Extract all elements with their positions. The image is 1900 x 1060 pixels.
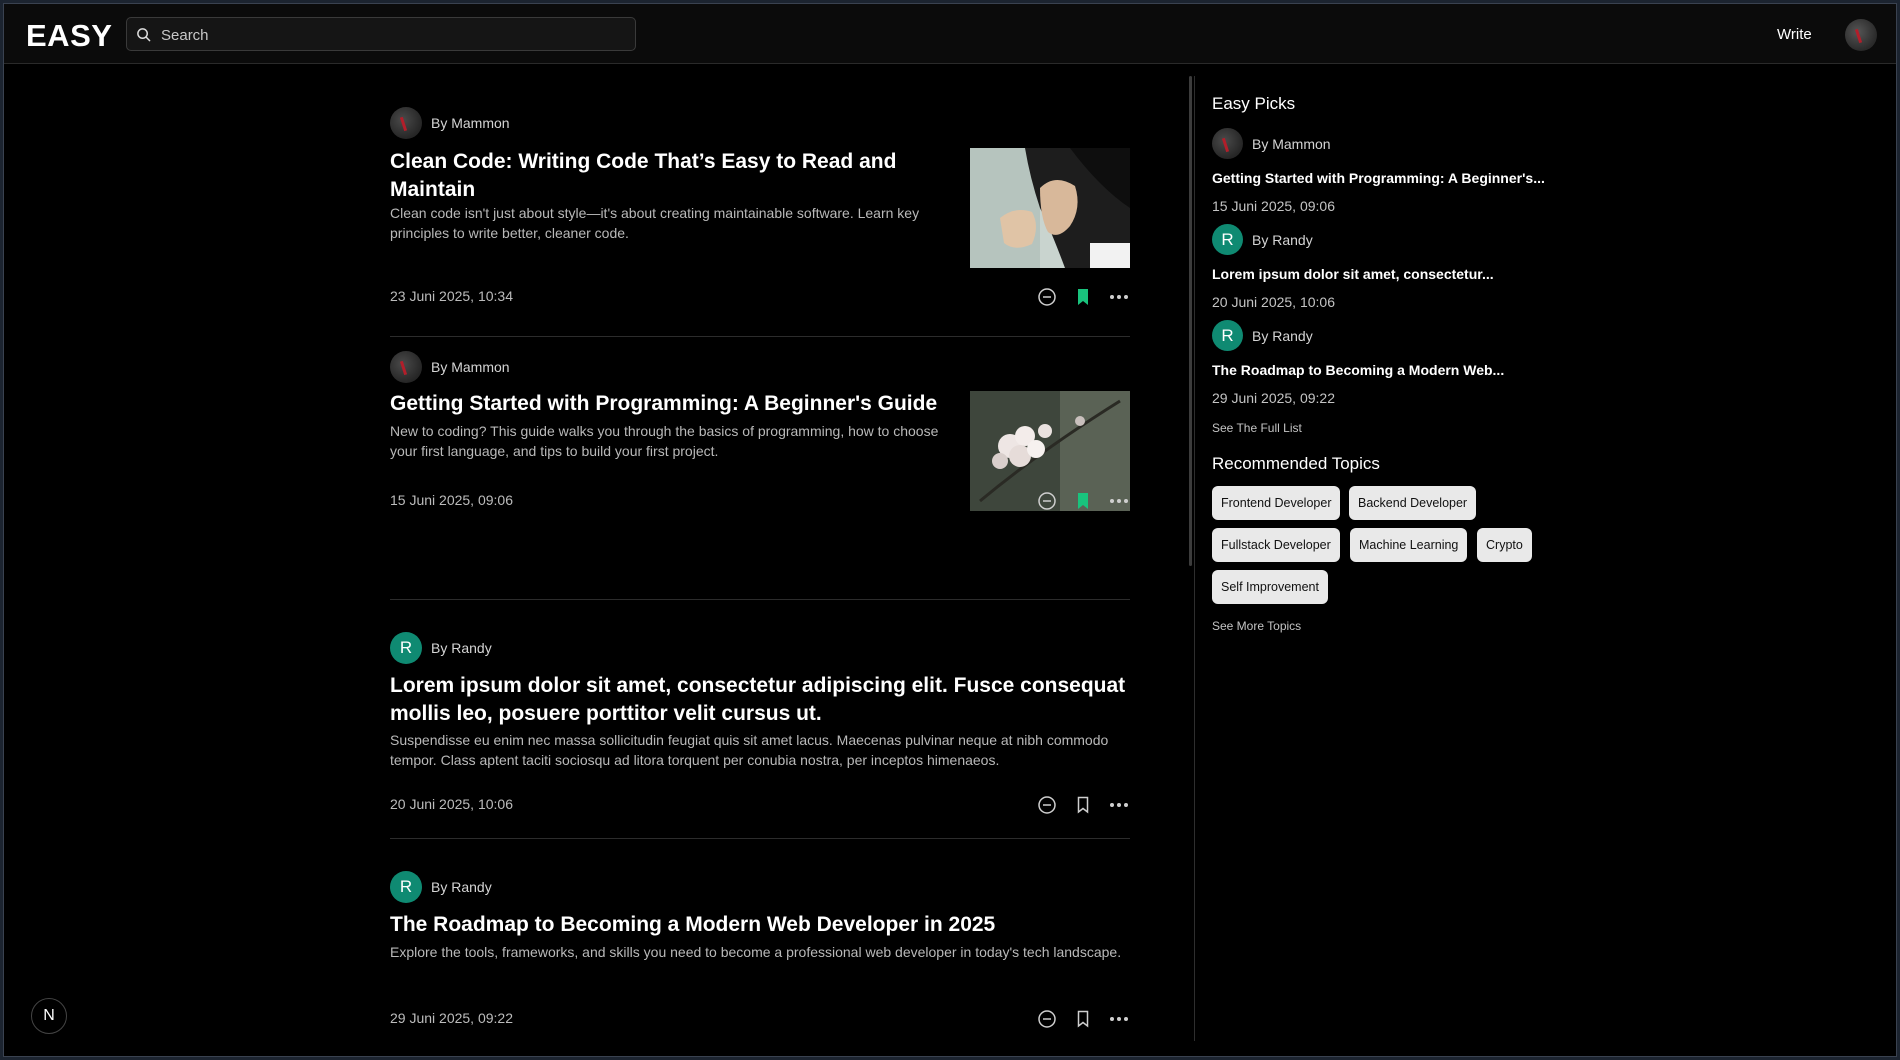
top-header: EASY Write	[4, 4, 1896, 64]
article-date: 29 Juni 2025, 09:22	[390, 1010, 513, 1026]
bookmark-filled-icon[interactable]	[1072, 286, 1094, 308]
pick-author[interactable]: By Mammon	[1212, 128, 1331, 159]
article-date: 15 Juni 2025, 09:06	[390, 492, 513, 508]
topic-chip[interactable]: Backend Developer	[1349, 486, 1477, 520]
article-author[interactable]: By Mammon	[390, 107, 510, 139]
show-less-icon[interactable]	[1036, 1008, 1058, 1030]
author-avatar: R	[390, 632, 422, 664]
topic-chip[interactable]: Self Improvement	[1212, 570, 1328, 604]
article-author[interactable]: R By Randy	[390, 632, 492, 664]
site-logo[interactable]: EASY	[26, 18, 112, 54]
pick-title[interactable]: Getting Started with Programming: A Begi…	[1212, 170, 1545, 186]
avatar-mark	[1854, 28, 1863, 44]
show-less-icon[interactable]	[1036, 286, 1058, 308]
article-card[interactable]: R By Randy Lorem ipsum dolor sit amet, c…	[390, 600, 1130, 839]
author-name: By Randy	[431, 640, 492, 656]
pick-date: 29 Juni 2025, 09:22	[1212, 390, 1335, 406]
author-avatar	[390, 351, 422, 383]
article-date: 20 Juni 2025, 10:06	[390, 796, 513, 812]
article-title[interactable]: Clean Code: Writing Code That’s Easy to …	[390, 148, 950, 204]
see-more-topics-link[interactable]: See More Topics	[1212, 619, 1301, 633]
pick-author[interactable]: R By Randy	[1212, 320, 1313, 351]
article-actions	[1036, 490, 1130, 512]
more-options-icon[interactable]	[1108, 286, 1130, 308]
article-title[interactable]: Getting Started with Programming: A Begi…	[390, 390, 960, 418]
article-card[interactable]: By Mammon Clean Code: Writing Code That’…	[390, 64, 1130, 337]
user-avatar[interactable]	[1845, 19, 1877, 51]
more-options-icon[interactable]	[1108, 490, 1130, 512]
author-avatar: R	[1212, 320, 1243, 351]
author-name: By Mammon	[431, 115, 510, 131]
author-name: By Mammon	[431, 359, 510, 375]
article-description: New to coding? This guide walks you thro…	[390, 423, 939, 459]
article-feed: By Mammon Clean Code: Writing Code That’…	[390, 64, 1130, 1056]
article-title[interactable]: Lorem ipsum dolor sit amet, consectetur …	[390, 672, 1130, 728]
article-thumbnail[interactable]	[970, 148, 1130, 268]
avatar-mark	[399, 360, 408, 376]
show-less-icon[interactable]	[1036, 490, 1058, 512]
author-avatar	[390, 107, 422, 139]
article-actions	[1036, 286, 1130, 308]
article-actions	[1036, 794, 1130, 816]
bookmark-outline-icon[interactable]	[1072, 794, 1094, 816]
avatar-mark	[399, 116, 408, 132]
pick-date: 20 Juni 2025, 10:06	[1212, 294, 1335, 310]
search-icon	[137, 28, 151, 42]
article-card[interactable]: By Mammon Getting Started with Programmi…	[390, 337, 1130, 600]
write-button[interactable]: Write	[1777, 26, 1812, 43]
bookmark-filled-icon[interactable]	[1072, 490, 1094, 512]
author-name: By Randy	[431, 879, 492, 895]
search-input[interactable]	[159, 18, 623, 52]
author-avatar	[1212, 128, 1243, 159]
nextjs-devtools-button[interactable]: N	[31, 998, 67, 1034]
article-author[interactable]: By Mammon	[390, 351, 510, 383]
article-actions	[1036, 1008, 1130, 1030]
article-date: 23 Juni 2025, 10:34	[390, 288, 513, 304]
author-name: By Mammon	[1252, 135, 1331, 152]
article-description: Explore the tools, frameworks, and skill…	[390, 944, 1122, 960]
pick-title[interactable]: The Roadmap to Becoming a Modern Web...	[1212, 362, 1504, 378]
praying-man-illustration	[970, 148, 1130, 268]
avatar-mark	[1221, 137, 1230, 153]
topic-chip[interactable]: Frontend Developer	[1212, 486, 1341, 520]
article-author[interactable]: R By Randy	[390, 871, 492, 903]
topic-chip[interactable]: Machine Learning	[1350, 528, 1468, 562]
article-card[interactable]: R By Randy The Roadmap to Becoming a Mod…	[390, 839, 1130, 1056]
pick-title[interactable]: Lorem ipsum dolor sit amet, consectetur.…	[1212, 266, 1494, 282]
author-avatar: R	[1212, 224, 1243, 255]
more-options-icon[interactable]	[1108, 794, 1130, 816]
article-description: Clean code isn't just about style—it's a…	[390, 205, 920, 241]
show-less-icon[interactable]	[1036, 794, 1058, 816]
bookmark-outline-icon[interactable]	[1072, 1008, 1094, 1030]
topic-chip[interactable]: Crypto	[1477, 528, 1532, 562]
search-box[interactable]	[126, 17, 636, 52]
sidebar-divider	[1194, 76, 1195, 1041]
app-window: EASY Write By Mammon Clean Code: Writing…	[3, 3, 1897, 1057]
article-description: Suspendisse eu enim nec massa sollicitud…	[390, 732, 1109, 768]
pick-author[interactable]: R By Randy	[1212, 224, 1313, 255]
see-full-list-link[interactable]: See The Full List	[1212, 421, 1302, 435]
author-name: By Randy	[1252, 231, 1313, 248]
easy-picks-heading: Easy Picks	[1212, 94, 1296, 113]
author-name: By Randy	[1252, 327, 1313, 344]
recommended-topics-heading: Recommended Topics	[1212, 454, 1380, 473]
sidebar-scrollbar[interactable]	[1189, 76, 1192, 566]
topic-chip[interactable]: Fullstack Developer	[1212, 528, 1340, 562]
author-avatar: R	[390, 871, 422, 903]
pick-date: 15 Juni 2025, 09:06	[1212, 198, 1335, 214]
more-options-icon[interactable]	[1108, 1008, 1130, 1030]
article-title[interactable]: The Roadmap to Becoming a Modern Web Dev…	[390, 911, 1130, 939]
